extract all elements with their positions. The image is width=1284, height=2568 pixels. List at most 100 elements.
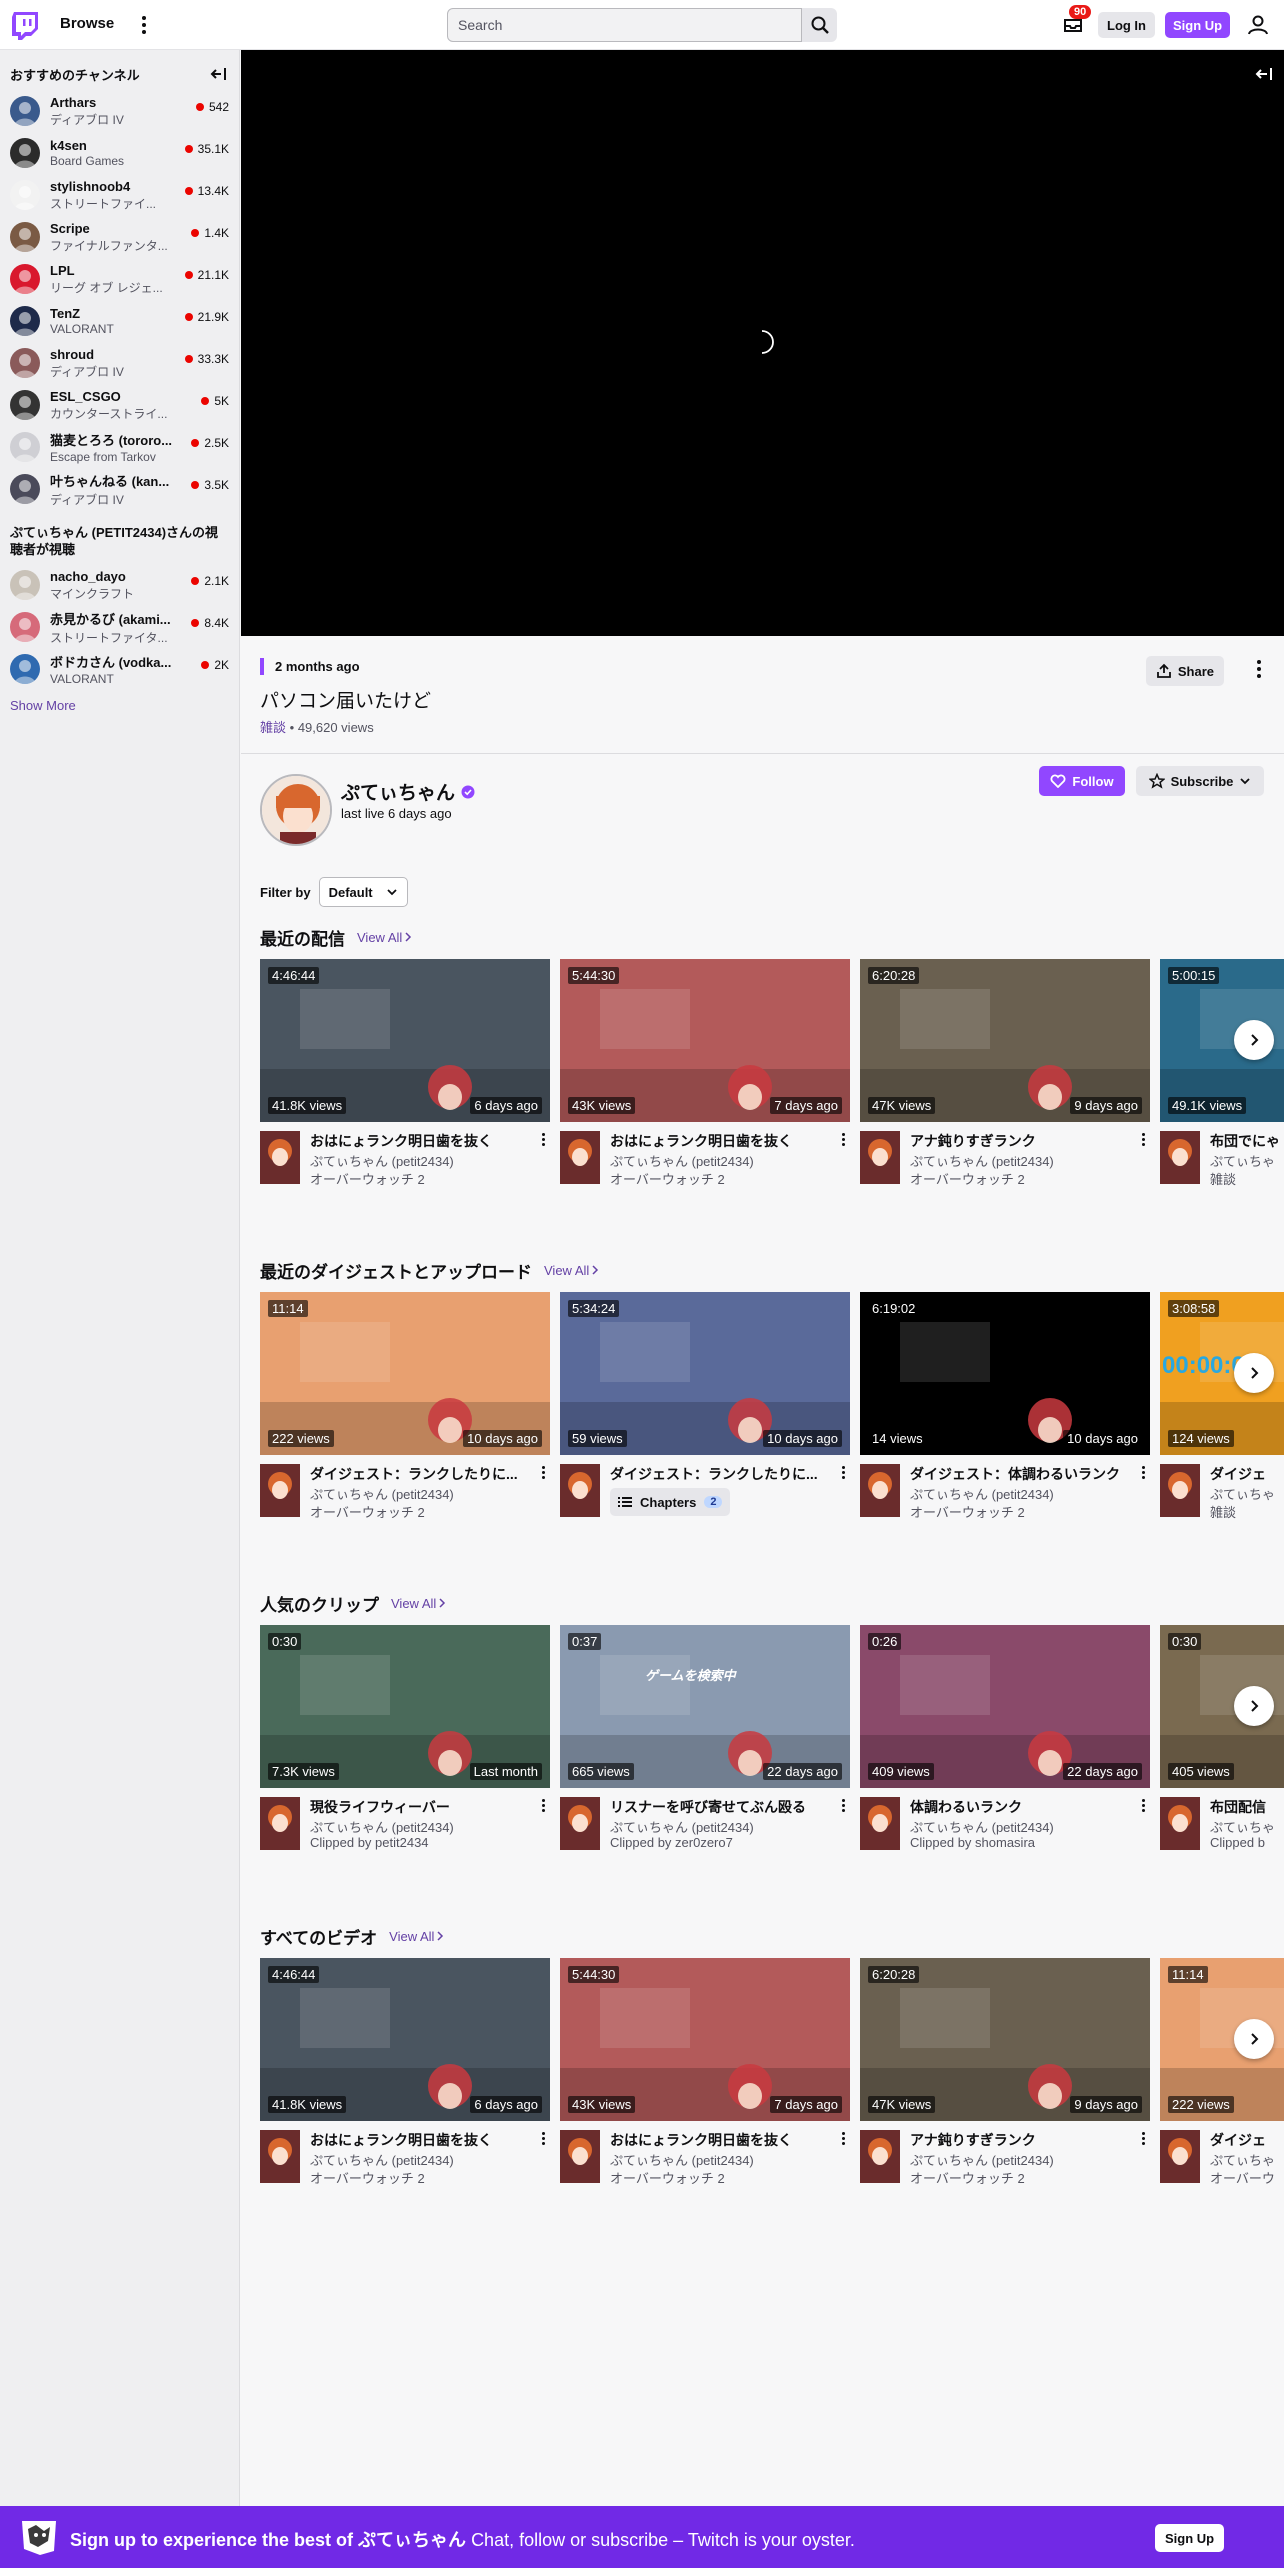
video-card-title[interactable]: おはにょランク明日歯を抜く [310, 2130, 525, 2150]
channel-avatar[interactable] [860, 1797, 900, 1850]
video-card-subtext[interactable]: オーバーウォッチ 2 [910, 1502, 1025, 1521]
channel-avatar[interactable] [560, 1131, 600, 1184]
video-card-title[interactable]: ダイジェ [1210, 2130, 1284, 2150]
search-button[interactable] [802, 8, 837, 42]
sidebar-channel-item[interactable]: 赤見かるび (akami... ストリートファイタ... 8.4K [0, 606, 239, 648]
video-card-subtext[interactable]: オーバーウォッチ 2 [910, 2168, 1025, 2187]
card-options-icon[interactable] [540, 1799, 546, 1817]
card-options-icon[interactable] [1140, 1133, 1146, 1151]
video-card-channel[interactable]: ぷてぃちゃん (petit2434) [910, 1151, 1054, 1170]
sidebar-channel-item[interactable]: ESL_CSGO カウンターストライ... 5K [0, 384, 239, 426]
video-card[interactable]: 5:44:30 43K views 7 days ago おはにょランク明日歯を抜くぷ… [560, 959, 850, 1191]
card-options-icon[interactable] [840, 1799, 846, 1817]
sidebar-channel-item[interactable]: nacho_dayo マインクラフト 2.1K [0, 564, 239, 606]
channel-avatar[interactable] [260, 2130, 300, 2183]
sidebar-channel-item[interactable]: Scripe ファイナルファンタ... 1.4K [0, 216, 239, 258]
shelf-next-button[interactable] [1234, 1020, 1274, 1060]
browse-link[interactable]: Browse [60, 15, 114, 32]
shelf-next-button[interactable] [1234, 1353, 1274, 1393]
video-card-channel[interactable]: ぷてぃちゃ [1210, 1817, 1275, 1836]
sidebar-channel-item[interactable]: TenZ VALORANT 21.9K [0, 300, 239, 342]
video-card-subtext[interactable]: 雑談 [1210, 1502, 1236, 1521]
card-options-icon[interactable] [1140, 1799, 1146, 1817]
video-card-subtext[interactable]: オーバーウォッチ 2 [310, 1502, 425, 1521]
video-thumbnail[interactable]: 11:14 222 views 10 days ago [260, 1292, 550, 1455]
card-options-icon[interactable] [1140, 1466, 1146, 1484]
channel-avatar[interactable] [860, 1464, 900, 1517]
video-card-channel[interactable]: ぷてぃちゃん (petit2434) [610, 2150, 754, 2169]
video-card-subtext[interactable]: オーバーウ [1210, 2168, 1275, 2187]
card-options-icon[interactable] [1140, 2132, 1146, 2150]
view-all-link[interactable]: View All [357, 930, 412, 945]
video-card-channel[interactable]: ぷてぃちゃん (petit2434) [910, 1817, 1054, 1836]
channel-avatar[interactable] [1160, 1797, 1200, 1850]
show-more-link[interactable]: Show More [0, 690, 239, 721]
video-card-channel[interactable]: ぷてぃちゃ [1210, 1151, 1275, 1170]
sidebar-channel-item[interactable]: Arthars ディアブロ IV 542 [0, 90, 239, 132]
sidebar-channel-item[interactable]: shroud ディアブロ IV 33.3K [0, 342, 239, 384]
video-card-subtext[interactable]: オーバーウォッチ 2 [610, 2168, 725, 2187]
video-card-subtext[interactable]: 雑談 [1210, 1169, 1236, 1188]
subscribe-button[interactable]: Subscribe [1136, 766, 1264, 796]
filter-dropdown[interactable]: Default [318, 877, 408, 907]
video-more-options-icon[interactable] [1256, 660, 1262, 682]
video-card-channel[interactable]: ぷてぃちゃ [1210, 1484, 1275, 1503]
video-card-title[interactable]: 体調わるいランク [910, 1797, 1125, 1817]
sidebar-channel-item[interactable]: k4sen Board Games 35.1K [0, 132, 239, 174]
video-thumbnail[interactable]: 4:46:44 41.8K views 6 days ago [260, 959, 550, 1122]
channel-avatar[interactable] [260, 1797, 300, 1850]
video-category-link[interactable]: 雑談 [260, 720, 286, 735]
video-card-subtext[interactable]: Clipped by zer0zero7 [610, 1835, 733, 1850]
twitch-logo-icon[interactable] [12, 12, 38, 40]
video-card[interactable]: 5:34:24 59 views 10 days ago ダイジェスト：ランクしたりに… [560, 1292, 850, 1524]
video-card[interactable]: 11:14 222 views ダイジェ ぷてぃちゃ オーバーウ [1160, 1958, 1284, 2190]
chapters-button[interactable]: Chapters 2 [610, 1488, 731, 1516]
video-card-channel[interactable]: ぷてぃちゃん (petit2434) [310, 1817, 454, 1836]
video-thumbnail[interactable]: 0:26 409 views 22 days ago [860, 1625, 1150, 1788]
video-card-channel[interactable]: ぷてぃちゃん (petit2434) [910, 1484, 1054, 1503]
video-card[interactable]: 6:20:28 47K views 9 days ago アナ鈍りすぎランク ぷてぃちゃ… [860, 959, 1150, 1191]
video-card[interactable]: 0:30 7.3K views Last month 現役ライフウィーバー ぷてぃちゃん… [260, 1625, 550, 1857]
video-card-subtext[interactable]: オーバーウォッチ 2 [310, 2168, 425, 2187]
channel-avatar[interactable] [860, 2130, 900, 2183]
card-options-icon[interactable] [540, 1133, 546, 1151]
video-player[interactable] [241, 50, 1284, 636]
sidebar-channel-item[interactable]: LPL リーグ オブ レジェ... 21.1K [0, 258, 239, 300]
video-card-title[interactable]: アナ鈍りすぎランク [910, 2130, 1125, 2150]
sidebar-channel-item[interactable]: ボドカさん (vodka... VALORANT 2K [0, 648, 239, 690]
video-card-title[interactable]: ダイジェスト：ランクしたりに... [310, 1464, 525, 1484]
video-thumbnail[interactable]: 0:30 7.3K views Last month [260, 1625, 550, 1788]
video-card-channel[interactable]: ぷてぃちゃん (petit2434) [610, 1817, 754, 1836]
video-card-channel[interactable]: ぷてぃちゃ [1210, 2150, 1275, 2169]
video-thumbnail[interactable]: 6:20:28 47K views 9 days ago [860, 1958, 1150, 2121]
channel-avatar[interactable] [1160, 1464, 1200, 1517]
banner-signup-button[interactable]: Sign Up [1155, 2524, 1225, 2552]
video-thumbnail[interactable]: 6:20:28 47K views 9 days ago [860, 959, 1150, 1122]
video-card-title[interactable]: 布団配信 [1210, 1797, 1284, 1817]
video-card-subtext[interactable]: Clipped by shomasira [910, 1835, 1035, 1850]
video-card-title[interactable]: 布団でにゃ [1210, 1131, 1284, 1151]
video-card[interactable]: 00:00:0 3:08:58 124 views ダイジェ ぷてぃちゃ 雑談 [1160, 1292, 1284, 1524]
shelf-next-button[interactable] [1234, 1686, 1274, 1726]
card-options-icon[interactable] [540, 1466, 546, 1484]
video-card[interactable]: 5:44:30 43K views 7 days ago おはにょランク明日歯を抜くぷ… [560, 1958, 850, 2190]
video-card-title[interactable]: ダイジェ [1210, 1464, 1284, 1484]
video-card-subtext[interactable]: Clipped b [1210, 1835, 1265, 1850]
video-card-channel[interactable]: ぷてぃちゃん (petit2434) [910, 2150, 1054, 2169]
sidebar-channel-item[interactable]: 叶ちゃんねる (kan... ディアブロ IV 3.5K [0, 468, 239, 510]
channel-avatar[interactable] [560, 1464, 600, 1517]
video-card-subtext[interactable]: オーバーウォッチ 2 [310, 1169, 425, 1188]
video-card-channel[interactable]: ぷてぃちゃん (petit2434) [610, 1151, 754, 1170]
video-card-title[interactable]: おはにょランク明日歯を抜く [610, 1131, 825, 1151]
video-thumbnail[interactable]: 5:44:30 43K views 7 days ago [560, 959, 850, 1122]
video-thumbnail[interactable]: ゲームを検索中 0:37 665 views 22 days ago [560, 1625, 850, 1788]
card-options-icon[interactable] [840, 1133, 846, 1151]
sidebar-channel-item[interactable]: stylishnoob4 ストリートファイ... 13.4K [0, 174, 239, 216]
sidebar-channel-item[interactable]: 猫麦とろろ (tororo... Escape from Tarkov 2.5K [0, 426, 239, 468]
video-card-title[interactable]: リスナーを呼び寄せてぶん殴る [610, 1797, 825, 1817]
video-card[interactable]: 4:46:44 41.8K views 6 days ago おはにょランク明日歯を抜… [260, 959, 550, 1191]
video-card-channel[interactable]: ぷてぃちゃん (petit2434) [310, 1151, 454, 1170]
user-menu-icon[interactable] [1246, 13, 1270, 37]
signup-button[interactable]: Sign Up [1165, 12, 1231, 38]
video-card-title[interactable]: ダイジェスト：ランクしたりに... [610, 1464, 825, 1484]
